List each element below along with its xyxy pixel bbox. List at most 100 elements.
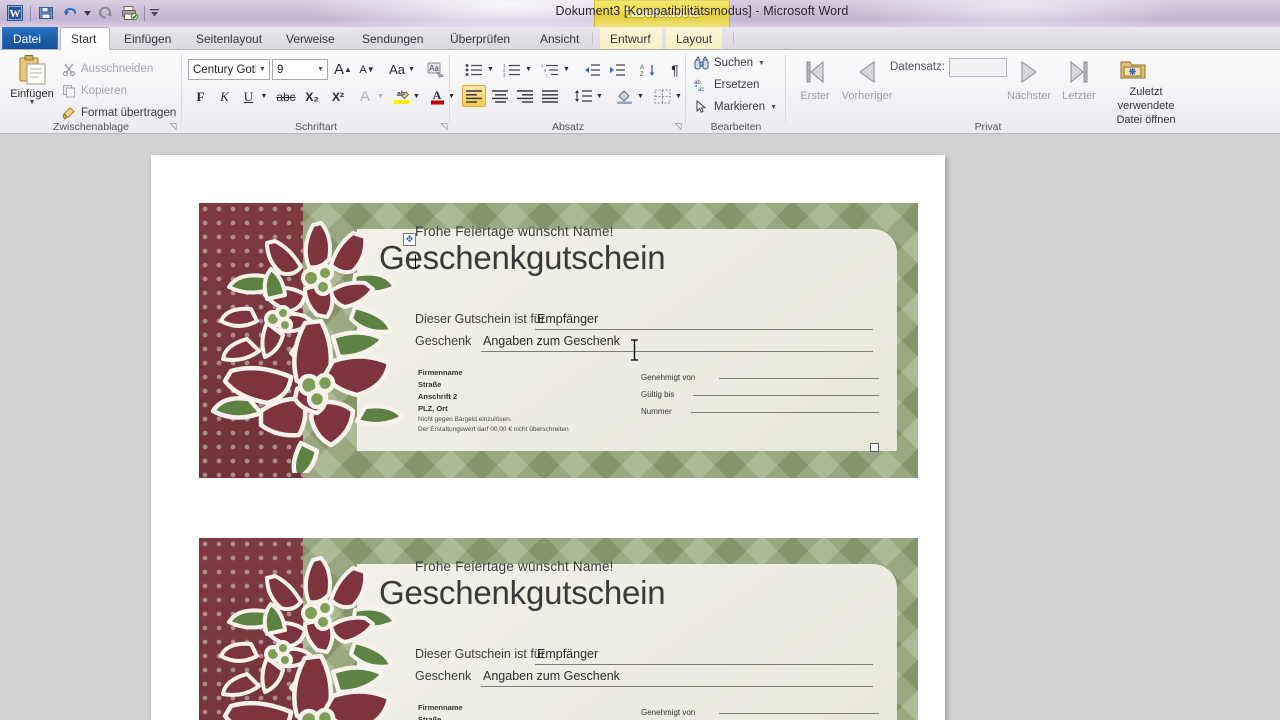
- shading-icon: [616, 89, 633, 104]
- numbering-button[interactable]: 1 2 3: [500, 59, 524, 80]
- first-record-icon[interactable]: [794, 56, 836, 88]
- tab-sendungen[interactable]: Sendungen: [352, 27, 430, 50]
- shading-dropdown-icon[interactable]: ▼: [635, 85, 646, 107]
- increase-indent-button[interactable]: [605, 59, 629, 80]
- shading-button[interactable]: [612, 85, 636, 107]
- format-painter-button[interactable]: Format übertragen: [62, 106, 176, 120]
- svg-text:3: 3: [503, 72, 506, 77]
- voucher-2-recipient-value[interactable]: Empfänger: [537, 647, 598, 661]
- change-case-button[interactable]: Aa▼: [386, 59, 418, 80]
- clear-formatting-button[interactable]: Aa: [424, 59, 446, 80]
- voucher-1-gift-label: Geschenk: [415, 334, 471, 348]
- chevron-down-icon[interactable]: ▼: [314, 66, 327, 73]
- tab-start[interactable]: Start: [60, 27, 110, 50]
- bold-button[interactable]: F: [190, 86, 211, 107]
- svg-text:Aa: Aa: [429, 64, 439, 73]
- multilevel-list-button[interactable]: 1 a i: [538, 59, 562, 80]
- strikethrough-button[interactable]: abc: [274, 86, 298, 107]
- ribbon[interactable]: Einfügen ▼ Ausschneiden Kopieren: [0, 50, 1280, 134]
- underline-dropdown-icon[interactable]: ▼: [258, 86, 270, 107]
- voucher-1-recipient-label: Dieser Gutschein ist für: [415, 312, 545, 326]
- tab-entwurf[interactable]: Entwurf: [600, 27, 662, 50]
- svg-text:Z: Z: [640, 72, 644, 77]
- numbering-dropdown-icon[interactable]: ▼: [523, 59, 534, 80]
- voucher-1-gift-value[interactable]: Angaben zum Geschenk: [483, 334, 620, 348]
- copy-label: Kopieren: [81, 85, 127, 97]
- open-folder-icon[interactable]: [1116, 54, 1150, 84]
- show-marks-button[interactable]: ¶: [664, 59, 686, 80]
- next-record-label: Nächster: [1002, 90, 1056, 102]
- tab-ansicht[interactable]: Ansicht: [530, 27, 588, 50]
- decrease-indent-button[interactable]: [580, 59, 604, 80]
- align-center-icon: [492, 90, 509, 103]
- select-button[interactable]: Markieren ▼: [694, 100, 777, 114]
- superscript-button[interactable]: X²: [326, 86, 350, 107]
- borders-dropdown-icon[interactable]: ▼: [673, 85, 684, 107]
- replace-button[interactable]: ab ac Ersetzen: [694, 78, 759, 92]
- numbering-icon: 1 2 3: [503, 63, 521, 77]
- shrink-font-button[interactable]: A▼: [356, 59, 378, 80]
- line-spacing-dropdown-icon[interactable]: ▼: [594, 85, 605, 107]
- highlight-color-button[interactable]: ab: [390, 86, 412, 107]
- find-button[interactable]: Suchen ▼: [694, 56, 765, 70]
- line-spacing-button[interactable]: [570, 85, 596, 107]
- find-dropdown-icon[interactable]: ▼: [758, 60, 765, 67]
- multilevel-dropdown-icon[interactable]: ▼: [561, 59, 572, 80]
- voucher-2-recipient-rule: [535, 664, 873, 665]
- table-move-handle[interactable]: ✥: [403, 233, 416, 246]
- subscript-button[interactable]: X₂: [300, 86, 324, 107]
- tab-layout[interactable]: Layout: [666, 27, 722, 50]
- align-left-button[interactable]: [462, 85, 486, 107]
- document-canvas[interactable]: Frohe Feiertage wünscht Name! Geschenkgu…: [0, 135, 1280, 720]
- voucher-1-greeting: Frohe Feiertage wünscht Name!: [415, 224, 614, 239]
- highlight-dropdown-icon[interactable]: ▼: [411, 86, 422, 107]
- paragraph-dialog-launcher[interactable]: ◹: [672, 120, 684, 132]
- justify-button[interactable]: [538, 85, 562, 107]
- copy-button[interactable]: Kopieren: [62, 84, 127, 98]
- previous-record-label: Vorheriger: [840, 90, 894, 102]
- voucher-1-field-number-label: Nummer: [641, 407, 672, 416]
- previous-record-icon[interactable]: [840, 56, 894, 88]
- font-color-button[interactable]: A: [426, 86, 448, 107]
- binoculars-icon: [694, 56, 709, 70]
- sort-button[interactable]: A Z: [636, 59, 660, 80]
- ribbon-tab-strip[interactable]: Datei Start Einfügen Seitenlayout Verwei…: [0, 27, 1280, 50]
- select-dropdown-icon[interactable]: ▼: [770, 104, 777, 111]
- tab-seitenlayout[interactable]: Seitenlayout: [186, 27, 270, 50]
- align-right-button[interactable]: [513, 85, 537, 107]
- chevron-down-icon[interactable]: ▼: [256, 66, 269, 73]
- next-record-icon[interactable]: [1004, 56, 1054, 88]
- increase-indent-icon: [608, 63, 626, 77]
- underline-button[interactable]: U: [238, 86, 259, 107]
- voucher-2[interactable]: Frohe Feiertage wünscht Name! Geschenkgu…: [199, 538, 918, 720]
- record-input[interactable]: [949, 58, 1007, 77]
- italic-button[interactable]: K: [214, 86, 235, 107]
- voucher-1-company-2: Anschrift 2: [418, 391, 463, 403]
- bullets-dropdown-icon[interactable]: ▼: [485, 59, 496, 80]
- find-label: Suchen: [714, 57, 753, 69]
- tab-ueberpruefen[interactable]: Überprüfen: [440, 27, 520, 50]
- paste-dropdown-icon[interactable]: ▼: [29, 100, 36, 106]
- font-size-combo[interactable]: 9 ▼: [272, 59, 328, 80]
- text-effects-dropdown-icon[interactable]: ▼: [375, 86, 386, 107]
- font-name-combo[interactable]: Century Goth ▼: [188, 59, 270, 80]
- tab-datei[interactable]: Datei: [2, 27, 58, 50]
- document-page[interactable]: Frohe Feiertage wünscht Name! Geschenkgu…: [151, 155, 945, 720]
- bullets-button[interactable]: [462, 59, 486, 80]
- voucher-2-gift-value[interactable]: Angaben zum Geschenk: [483, 669, 620, 683]
- tab-einfuegen[interactable]: Einfügen: [114, 27, 182, 50]
- font-name-value: Century Goth: [189, 64, 256, 76]
- tab-verweise[interactable]: Verweise: [276, 27, 344, 50]
- cut-button[interactable]: Ausschneiden: [62, 62, 153, 76]
- grow-font-button[interactable]: A▲: [332, 59, 354, 80]
- table-resize-handle[interactable]: [870, 443, 879, 452]
- voucher-1-recipient-value[interactable]: Empfänger: [537, 312, 598, 326]
- borders-button[interactable]: [650, 85, 674, 107]
- title-bar: W: [0, 0, 1280, 27]
- paste-button[interactable]: Einfügen ▼: [8, 54, 56, 118]
- align-center-button[interactable]: [488, 85, 512, 107]
- text-effects-button[interactable]: A: [354, 86, 376, 107]
- voucher-1[interactable]: Frohe Feiertage wünscht Name! Geschenkgu…: [199, 203, 918, 478]
- clipboard-dialog-launcher[interactable]: ◹: [167, 120, 179, 132]
- last-record-icon[interactable]: [1058, 56, 1100, 88]
